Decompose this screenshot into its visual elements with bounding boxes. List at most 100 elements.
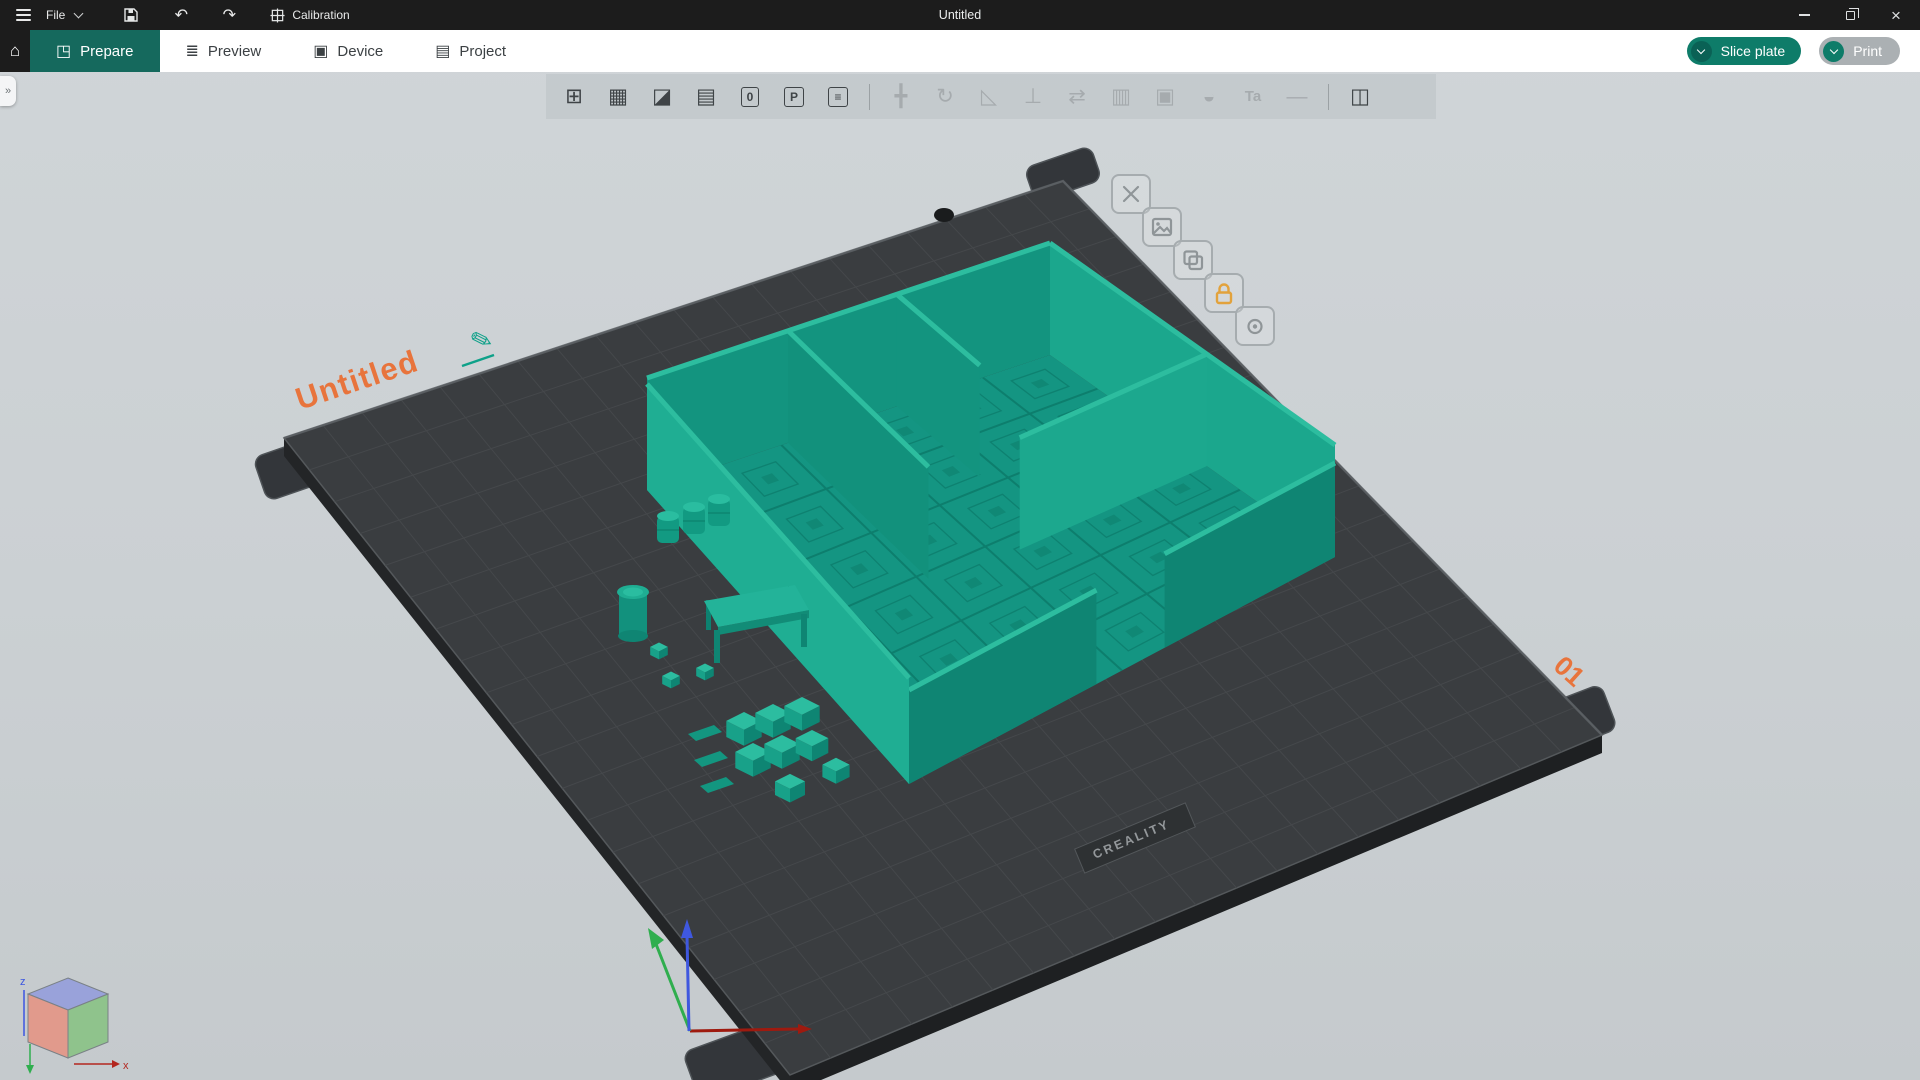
move-icon: ╋	[895, 84, 908, 109]
print-label: Print	[1853, 43, 1882, 59]
drop-to-plate-button[interactable]: ◒	[1187, 77, 1231, 117]
measure-icon: ―	[1287, 85, 1308, 109]
tab-preview[interactable]: ≣ Preview	[160, 30, 288, 72]
plate-camera-button[interactable]	[1236, 307, 1274, 345]
tab-label: Prepare	[80, 43, 133, 60]
rotate-icon: ↻	[936, 84, 954, 109]
mirror-button[interactable]: ⇄	[1055, 77, 1099, 117]
close-icon: ×	[1891, 7, 1901, 24]
pack-objects-icon: P	[784, 87, 804, 107]
viewcube-x-arr	[112, 1060, 120, 1068]
slice-plate-button[interactable]: Slice plate	[1687, 37, 1802, 65]
tab-prepare[interactable]: ◳ Prepare	[30, 30, 160, 72]
orientation-viewcube[interactable]: z x	[20, 972, 138, 1078]
project-icon: ▤	[435, 41, 450, 61]
chevron-down-icon	[1829, 45, 1837, 53]
viewcube-y-arr	[26, 1065, 34, 1074]
plate-lock-button[interactable]	[1205, 274, 1243, 312]
viewcube-z-label: z	[20, 976, 26, 988]
lay-flat-icon: ⊥	[1024, 84, 1042, 109]
save-button[interactable]	[118, 2, 144, 28]
print-button[interactable]: Print	[1819, 37, 1900, 65]
add-modifier-button[interactable]: ▤	[684, 77, 728, 117]
plate-image-button[interactable]	[1143, 208, 1181, 246]
model-toolbar: ⊞ ▦ ◪ ▤ 0 P ≡ ╋ ↻ ◺ ⊥ ⇄ ▥ ▣ ◒ Ta ― ◫	[546, 74, 1436, 119]
prepare-icon: ◳	[56, 41, 71, 61]
scale-button[interactable]: ◺	[967, 77, 1011, 117]
mirror-icon: ⇄	[1068, 84, 1086, 109]
lay-flat-button[interactable]: ⊥	[1011, 77, 1055, 117]
add-text-icon: Ta	[1245, 88, 1261, 105]
clone-icon: ▣	[1155, 84, 1175, 109]
expand-icon: »	[5, 85, 11, 97]
split-icon: ▥	[1111, 84, 1131, 109]
add-model-button[interactable]: ⊞	[552, 77, 596, 117]
move-button[interactable]: ╋	[879, 77, 923, 117]
chevron-down-icon[interactable]	[74, 8, 84, 18]
add-modifier-icon: ▤	[696, 84, 716, 109]
redo-button[interactable]: ↷	[216, 2, 242, 28]
sidebar-expand-button[interactable]: »	[0, 76, 16, 106]
print-dropdown[interactable]	[1823, 41, 1844, 62]
undo-icon: ↶	[175, 5, 188, 25]
tab-label: Device	[337, 43, 383, 60]
plate-close-button[interactable]	[1112, 175, 1150, 213]
camera-icon-lens	[1253, 324, 1257, 328]
align-objects-icon: 0	[741, 87, 760, 107]
hamburger-icon	[16, 9, 31, 21]
calibration-button[interactable]: Calibration	[270, 8, 349, 23]
preview-icon: ≣	[186, 41, 199, 61]
toolbar-separator	[869, 84, 870, 110]
restore-button[interactable]	[1842, 7, 1858, 23]
object-list-button[interactable]: ≡	[816, 77, 860, 117]
split-button[interactable]: ▥	[1099, 77, 1143, 117]
viewport-3d[interactable]: CREALITY Untitled ✎ 01	[0, 0, 1920, 1080]
slice-dropdown[interactable]	[1691, 41, 1712, 62]
object-list-icon: ≡	[828, 87, 847, 107]
add-primitives-button[interactable]: ▦	[596, 77, 640, 117]
minimize-button[interactable]	[1796, 7, 1812, 23]
measure-button[interactable]: ―	[1275, 77, 1319, 117]
calibration-label: Calibration	[292, 8, 349, 22]
arrange-plates-icon: ◫	[1350, 84, 1370, 109]
plate-back-knob	[934, 208, 954, 222]
rotate-button[interactable]: ↻	[923, 77, 967, 117]
tab-label: Project	[459, 43, 506, 60]
window-titlebar: File ↶ ↷ Calibration Untitled ×	[0, 0, 1920, 30]
paint-button[interactable]: ◪	[640, 77, 684, 117]
close-button[interactable]: ×	[1888, 7, 1904, 23]
restore-icon	[1846, 11, 1855, 20]
home-button[interactable]: ⌂	[0, 30, 30, 72]
viewcube-x-label: x	[123, 1060, 129, 1072]
clone-button[interactable]: ▣	[1143, 77, 1187, 117]
arrange-plates-button[interactable]: ◫	[1338, 77, 1382, 117]
chevron-down-icon	[1697, 45, 1705, 53]
home-icon: ⌂	[10, 41, 20, 61]
drop-to-plate-icon: ◒	[1203, 85, 1216, 109]
button-frame	[1143, 208, 1181, 246]
paint-icon: ◪	[652, 84, 672, 109]
pack-objects-button[interactable]: P	[772, 77, 816, 117]
add-model-icon: ⊞	[565, 84, 583, 109]
calibration-icon	[270, 8, 285, 23]
slice-plate-label: Slice plate	[1721, 43, 1786, 59]
add-text-button[interactable]: Ta	[1231, 77, 1275, 117]
align-objects-button[interactable]: 0	[728, 77, 772, 117]
undo-button[interactable]: ↶	[168, 2, 194, 28]
file-menu-label[interactable]: File	[46, 8, 65, 22]
minimize-icon	[1799, 14, 1810, 16]
tab-device[interactable]: ▣ Device	[287, 30, 409, 72]
toolbar-separator	[1328, 84, 1329, 110]
plate-clone-button[interactable]	[1174, 241, 1212, 279]
main-menu-button[interactable]	[10, 2, 36, 28]
tab-project[interactable]: ▤ Project	[409, 30, 532, 72]
image-icon-sun	[1156, 222, 1160, 226]
redo-icon: ↷	[223, 5, 236, 25]
rename-pencil-icon[interactable]: ✎	[466, 322, 496, 357]
button-frame	[1174, 241, 1212, 279]
save-icon	[123, 7, 139, 23]
tab-label: Preview	[208, 43, 261, 60]
device-icon: ▣	[313, 41, 328, 61]
add-primitives-icon: ▦	[608, 84, 628, 109]
scale-icon: ◺	[981, 84, 997, 109]
